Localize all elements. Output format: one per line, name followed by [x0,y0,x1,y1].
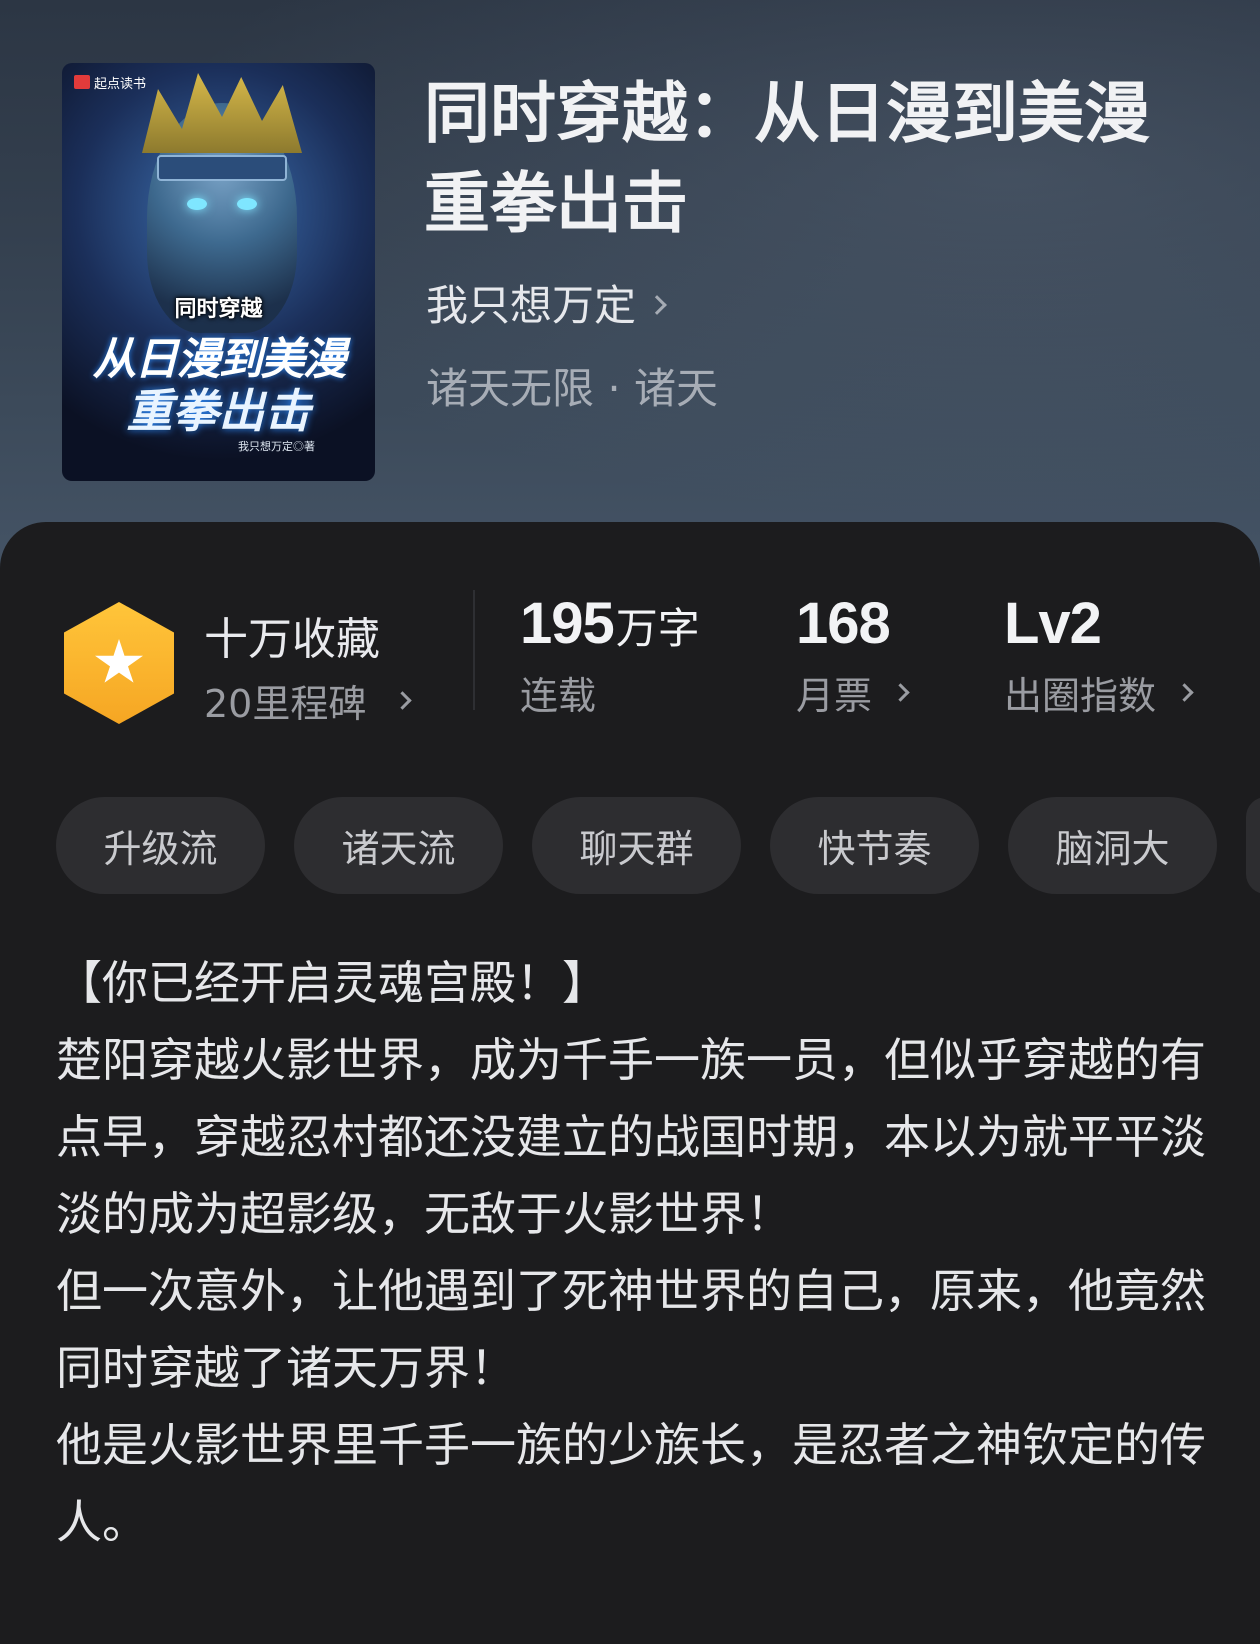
cover-author-credit: 我只想万定◎著 [238,441,315,453]
stats-divider [473,590,475,710]
word-count-value: 195 [520,591,615,656]
book-cover[interactable]: 起点读书 同时穿越 从日漫到美漫 重拳出击 我只想万定◎著 [62,63,375,481]
chevron-right-icon [393,691,413,710]
tag-chip-overflow[interactable] [1246,797,1260,894]
cover-title-line3: 重拳出击 [126,385,311,437]
milestone-link[interactable]: 20里程碑 [204,673,413,728]
milestone-label: 20里程碑 [204,682,367,726]
chevron-right-icon [891,683,910,702]
description-paragraph: 【你已经开启灵魂宫殿！】 [56,956,608,1010]
monthly-tickets-stat[interactable]: 168 月票 [796,590,910,720]
tag-chip[interactable]: 诸天流 [294,797,503,894]
publisher-badge: 起点读书 [70,71,154,93]
author-link[interactable]: 我只想万定 [426,272,667,333]
monthly-tickets-label: 月票 [796,674,873,718]
monthly-tickets-value: 168 [796,591,891,656]
tag-chip[interactable]: 聊天群 [532,797,741,894]
description-paragraph: 但一次意外，让他遇到了死神世界的自己，原来，他竟然同时穿越了诸天万界！ [56,1264,1206,1395]
tag-chip[interactable]: 快节奏 [770,797,979,894]
collection-count: 十万收藏 [204,614,380,665]
tag-chip[interactable]: 脑洞大 [1008,797,1217,894]
popularity-index-stat[interactable]: Lv2 出圈指数 [1004,590,1194,720]
description-paragraph: 楚阳穿越火影世界，成为千手一族一员，但似乎穿越的有点早，穿越忍村都还没建立的战国… [56,1033,1206,1241]
popularity-level-value: Lv2 [1004,591,1102,656]
serial-status: 连载 [520,674,597,718]
cover-eye-right [237,198,257,210]
tag-list: 升级流 诸天流 聊天群 快节奏 脑洞大 [56,797,1217,894]
popularity-index-label: 出圈指数 [1004,674,1157,718]
cover-eye-left [187,198,207,210]
publisher-badge-text: 起点读书 [94,75,147,91]
description-paragraph: 他是火影世界里千手一族的少族长，是忍者之神钦定的传人。 [56,1418,1206,1549]
author-name: 我只想万定 [426,281,637,330]
cover-headband [157,155,287,181]
word-count-unit: 万字 [615,604,700,653]
book-title: 同时穿越：从日漫到美漫重拳出击 [424,74,1150,242]
word-count-stat: 195万字 连载 [520,590,700,720]
publisher-logo-icon [74,75,90,89]
book-description: 【你已经开启灵魂宫殿！】 楚阳穿越火影世界，成为千手一族一员，但似乎穿越的有点早… [56,945,1216,1561]
tag-chip[interactable]: 升级流 [56,797,265,894]
chevron-right-icon [1175,683,1194,702]
cover-title-line1: 同时穿越 [174,296,263,321]
book-genre: 诸天无限 · 诸天 [426,364,719,413]
star-icon [95,639,143,683]
chevron-right-icon [647,294,667,315]
